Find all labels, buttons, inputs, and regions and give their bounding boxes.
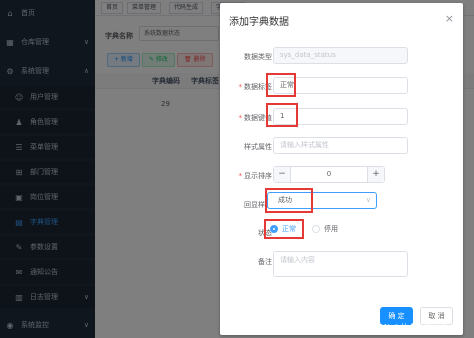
- remark-textarea[interactable]: 请输入内容: [273, 251, 408, 277]
- required-mark: *: [238, 83, 243, 91]
- dict-label-label: * 数据标签: [220, 82, 273, 92]
- add-dict-data-dialog: 添加字典数据 × 数据类型 sys_data_status * 数据标签 正常 *…: [220, 3, 463, 335]
- css-class-input[interactable]: 请输入样式属性: [273, 137, 408, 154]
- increment-button[interactable]: +: [367, 167, 384, 182]
- sort-stepper[interactable]: − 0 +: [273, 166, 385, 183]
- watermark: CSDN @什么小熊饼干: [367, 323, 449, 332]
- remark-label: 备注: [258, 258, 272, 266]
- required-mark: *: [238, 114, 243, 122]
- required-mark: *: [238, 172, 243, 180]
- close-icon[interactable]: ×: [445, 12, 454, 25]
- radio-label: 停用: [324, 225, 338, 233]
- dialog-title: 添加字典数据: [229, 17, 289, 28]
- dict-value-label: * 数据键值: [220, 113, 273, 123]
- decrement-button[interactable]: −: [274, 167, 291, 182]
- label-text: 显示排序: [244, 172, 272, 180]
- status-radio-disabled[interactable]: 停用: [312, 224, 338, 234]
- sort-label: * 显示排序: [220, 171, 273, 181]
- chevron-down-icon: ∨: [365, 196, 371, 204]
- radio-dot: [312, 225, 320, 233]
- dict-type-label: 数据类型: [244, 53, 272, 61]
- sort-value[interactable]: 0: [291, 167, 367, 182]
- highlight-box: [265, 188, 313, 213]
- highlight-box: [264, 219, 304, 239]
- highlight-box: [266, 103, 298, 127]
- highlight-box: [266, 73, 296, 97]
- css-class-label: 样式属性: [244, 143, 272, 151]
- dict-type-input: sys_data_status: [273, 47, 408, 64]
